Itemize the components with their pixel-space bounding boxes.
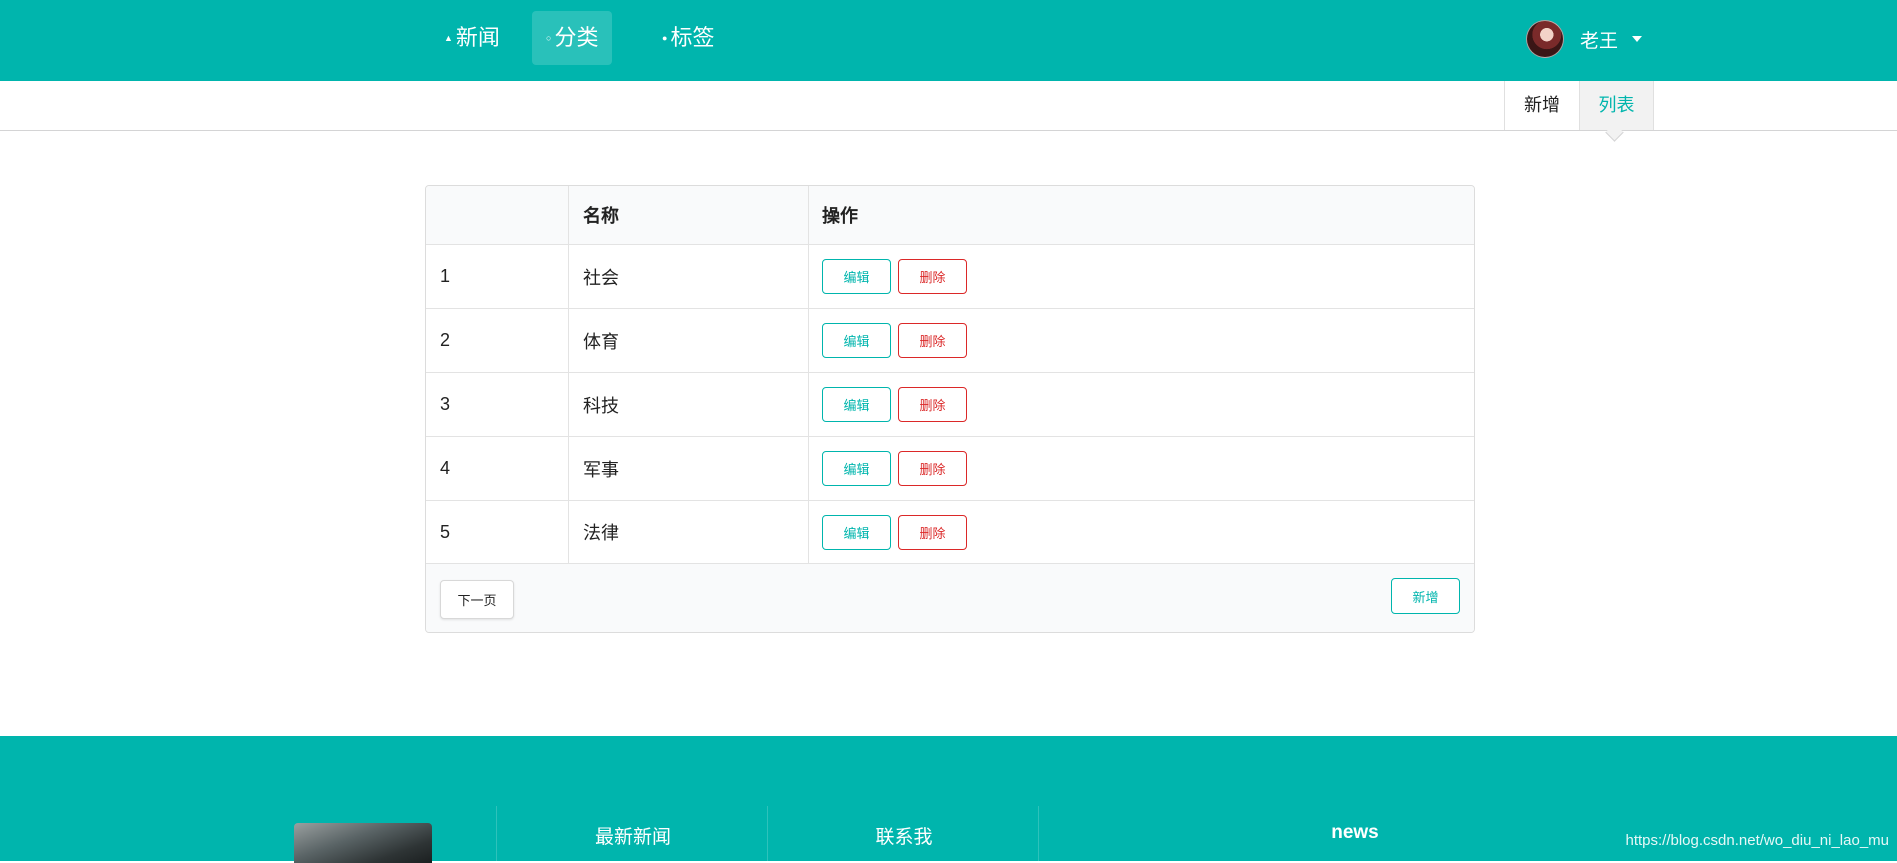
edit-button[interactable]: 编辑 [822,514,891,550]
edit-button[interactable]: 编辑 [822,387,891,422]
row-name: 法律 [569,501,809,563]
nav-item-category[interactable]: ○ 分类 [532,11,613,65]
row-id: 4 [426,437,569,500]
user-menu[interactable]: 老王 [1526,20,1643,58]
category-table: 名称 操作 1 社会 编辑 删除 2 体育 编辑 删除 3 科技 编辑 删除 4… [425,185,1475,633]
footer-news: news [1331,822,1379,843]
footer-divider [1038,806,1039,861]
delete-button[interactable]: 删除 [898,514,967,550]
delete-button[interactable]: 删除 [898,259,967,294]
row-name: 社会 [569,245,809,308]
nav-label-tags: 标签 [670,25,715,50]
row-id: 2 [426,309,569,372]
nav-label-category: 分类 [554,25,599,50]
next-page-button[interactable]: 下一页 [440,580,514,619]
tag-icon: ● [662,33,668,43]
nav-item-tags[interactable]: ● 标签 [648,11,728,65]
delete-button[interactable]: 删除 [898,451,967,486]
row-name: 体育 [569,309,809,372]
nav-label-news: 新闻 [455,25,500,50]
submenu-list[interactable]: 列表 [1579,81,1654,130]
page-footer: 最新新闻 联系我 news [0,736,1897,863]
idea-icon: ○ [546,33,552,43]
table-footer: 下一页 新增 [426,564,1474,632]
edit-button[interactable]: 编辑 [822,259,891,294]
footer-contact: 联系我 [875,827,933,848]
submenu-new[interactable]: 新增 [1504,81,1579,130]
table-row: 3 科技 编辑 删除 [426,373,1474,437]
row-actions: 编辑 删除 [809,437,1474,500]
row-name: 科技 [569,373,809,436]
header-name: 名称 [569,186,809,244]
footer-image [294,823,432,863]
nav-item-news[interactable]: ▲ 新闻 [430,11,514,65]
row-actions: 编辑 删除 [809,245,1474,308]
delete-button[interactable]: 删除 [898,387,967,422]
row-id: 5 [426,501,569,563]
top-navbar: ▲ 新闻 ○ 分类 ● 标签 老王 [0,0,1897,81]
delete-button[interactable]: 删除 [898,323,967,358]
header-actions: 操作 [822,206,858,226]
row-actions: 编辑 删除 [809,501,1474,563]
footer-divider [767,806,768,861]
table-row: 4 军事 编辑 删除 [426,437,1474,501]
add-category-button[interactable]: 新增 [1391,578,1460,614]
row-id: 1 [426,245,569,308]
row-id: 3 [426,373,569,436]
table-header-row: 名称 操作 [426,186,1474,245]
edit-button[interactable]: 编辑 [822,323,891,358]
row-actions: 编辑 删除 [809,373,1474,436]
table-row: 2 体育 编辑 删除 [426,309,1474,373]
table-row: 1 社会 编辑 删除 [426,245,1474,309]
footer-divider [496,806,497,861]
table-row: 5 法律 编辑 删除 [426,501,1474,564]
watermark: https://blog.csdn.net/wo_diu_ni_lao_mu [1625,832,1889,849]
home-icon: ▲ [444,33,453,43]
row-actions: 编辑 删除 [809,309,1474,372]
caret-down-icon [1632,36,1643,42]
footer-latest-news: 最新新闻 [594,827,671,848]
avatar [1526,20,1564,58]
header-id [426,186,569,244]
user-name: 老王 [1580,30,1619,52]
row-name: 军事 [569,437,809,500]
edit-button[interactable]: 编辑 [822,451,891,486]
